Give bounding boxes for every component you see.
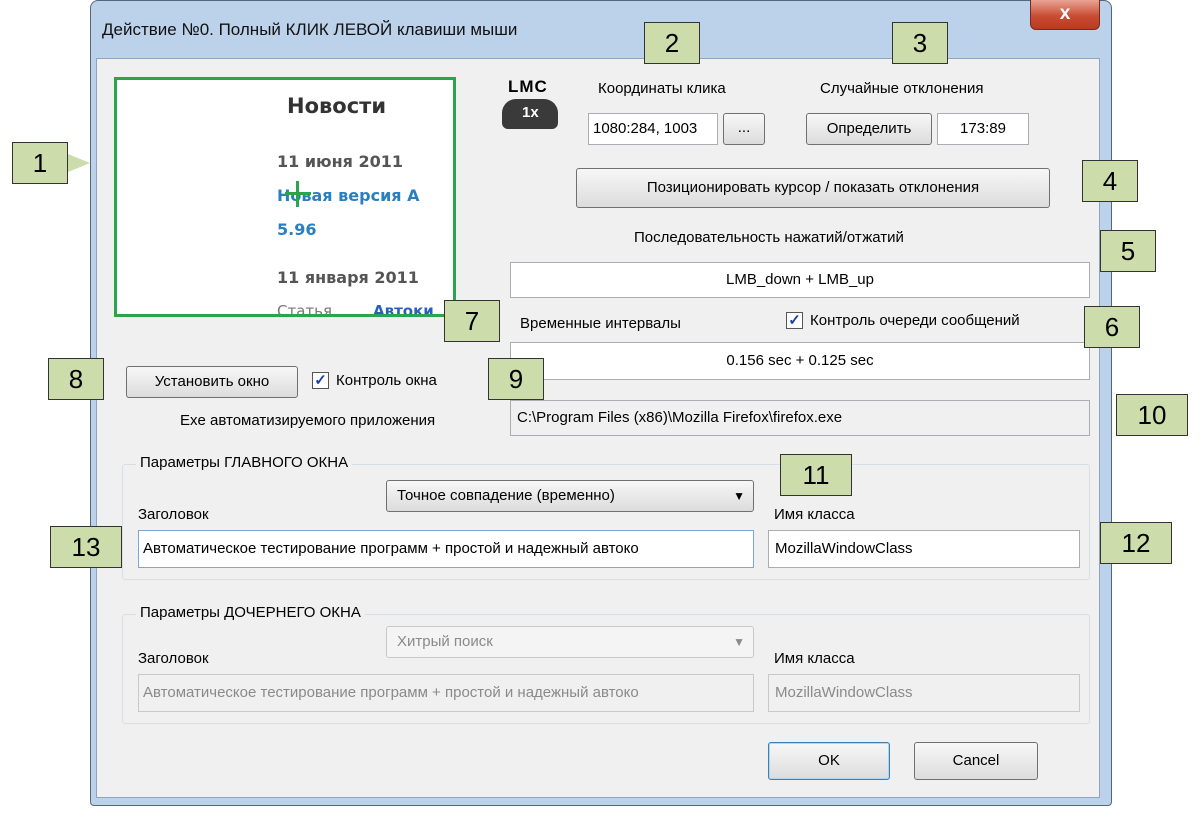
child-class-label: Имя класса [774,650,855,667]
window-control-checkbox[interactable]: ✓ [312,372,329,389]
cancel-button[interactable]: Cancel [914,742,1038,780]
define-deviation-button[interactable]: Определить [806,113,932,145]
callout-11: 11 [780,454,852,496]
window-preview: Новости 11 июня 2011 Новая версия А 5.96… [114,77,456,317]
callout-4: 4 [1082,160,1138,202]
deviation-label: Случайные отклонения [820,80,984,97]
preview-link-1-version: 5.96 [277,220,317,239]
queue-control-checkbox[interactable]: ✓ [786,312,803,329]
callout-9: 9 [488,358,544,400]
main-title-input[interactable]: Автоматическое тестирование программ + п… [138,530,754,568]
sequence-input[interactable]: LMB_down + LMB_up [510,262,1090,298]
exe-label: Exe автоматизируемого приложения [180,412,436,429]
child-window-group-title: Параметры ДОЧЕРНЕГО ОКНА [136,604,365,621]
intervals-input[interactable]: 0.156 sec + 0.125 sec [510,342,1090,380]
ok-button[interactable]: OK [768,742,890,780]
preview-date-2: 11 января 2011 [277,268,419,287]
callout-8: 8 [48,358,104,400]
child-match-mode-select[interactable]: Хитрый поиск ▼ [386,626,754,658]
close-icon: x [1059,3,1071,24]
exe-path-field: C:\Program Files (x86)\Mozilla Firefox\f… [510,400,1090,436]
callout-1: 1 [12,142,68,184]
position-cursor-button[interactable]: Позиционировать курсор / показать отклон… [576,168,1050,208]
close-button[interactable]: x [1030,0,1100,30]
callout-13: 13 [50,526,122,568]
callout-10: 10 [1116,394,1188,436]
title-bar[interactable]: Действие №0. Полный КЛИК ЛЕВОЙ клавиши м… [90,0,1110,58]
child-title-label: Заголовок [138,650,209,667]
preview-article-link: Автоки [373,302,434,317]
sequence-label: Последовательность нажатий/отжатий [634,229,904,246]
callout-7: 7 [444,300,500,342]
main-class-label: Имя класса [774,506,855,523]
callout-3: 3 [892,22,948,64]
callout-6: 6 [1084,306,1140,348]
preview-date-1: 11 июня 2011 [277,152,404,171]
lmc-count: 1x [522,104,539,121]
chevron-down-icon: ▼ [733,489,745,503]
coords-browse-button[interactable]: ... [723,113,765,145]
preview-heading: Новости [287,94,387,118]
coords-label: Координаты клика [598,80,726,97]
deviation-input[interactable]: 173:89 [937,113,1029,145]
child-class-input[interactable]: MozillaWindowClass [768,674,1080,712]
queue-control-label: Контроль очереди сообщений [810,312,1020,329]
coords-input[interactable]: 1080:284, 1003 [588,113,718,145]
main-class-input[interactable]: MozillaWindowClass [768,530,1080,568]
set-window-button[interactable]: Установить окно [126,366,298,398]
mouse-click-icon: LMC 1x [500,77,562,133]
callout-12: 12 [1100,522,1172,564]
preview-article-label: Статья [277,302,333,317]
main-match-mode-select[interactable]: Точное совпадение (временно) ▼ [386,480,754,512]
click-crosshair-v [296,181,299,207]
main-match-mode-value: Точное совпадение (временно) [397,487,615,504]
lmc-label: LMC [508,77,548,96]
window-title: Действие №0. Полный КЛИК ЛЕВОЙ клавиши м… [102,20,518,39]
intervals-label: Временные интервалы [520,315,681,332]
main-window-group-title: Параметры ГЛАВНОГО ОКНА [136,454,353,471]
chevron-down-icon: ▼ [733,635,745,649]
child-match-mode-value: Хитрый поиск [397,633,493,650]
main-title-label: Заголовок [138,506,209,523]
callout-2: 2 [644,22,700,64]
callout-5: 5 [1100,230,1156,272]
child-title-input[interactable]: Автоматическое тестирование программ + п… [138,674,754,712]
window-control-label: Контроль окна [336,372,437,389]
callout-pointer [68,154,90,172]
